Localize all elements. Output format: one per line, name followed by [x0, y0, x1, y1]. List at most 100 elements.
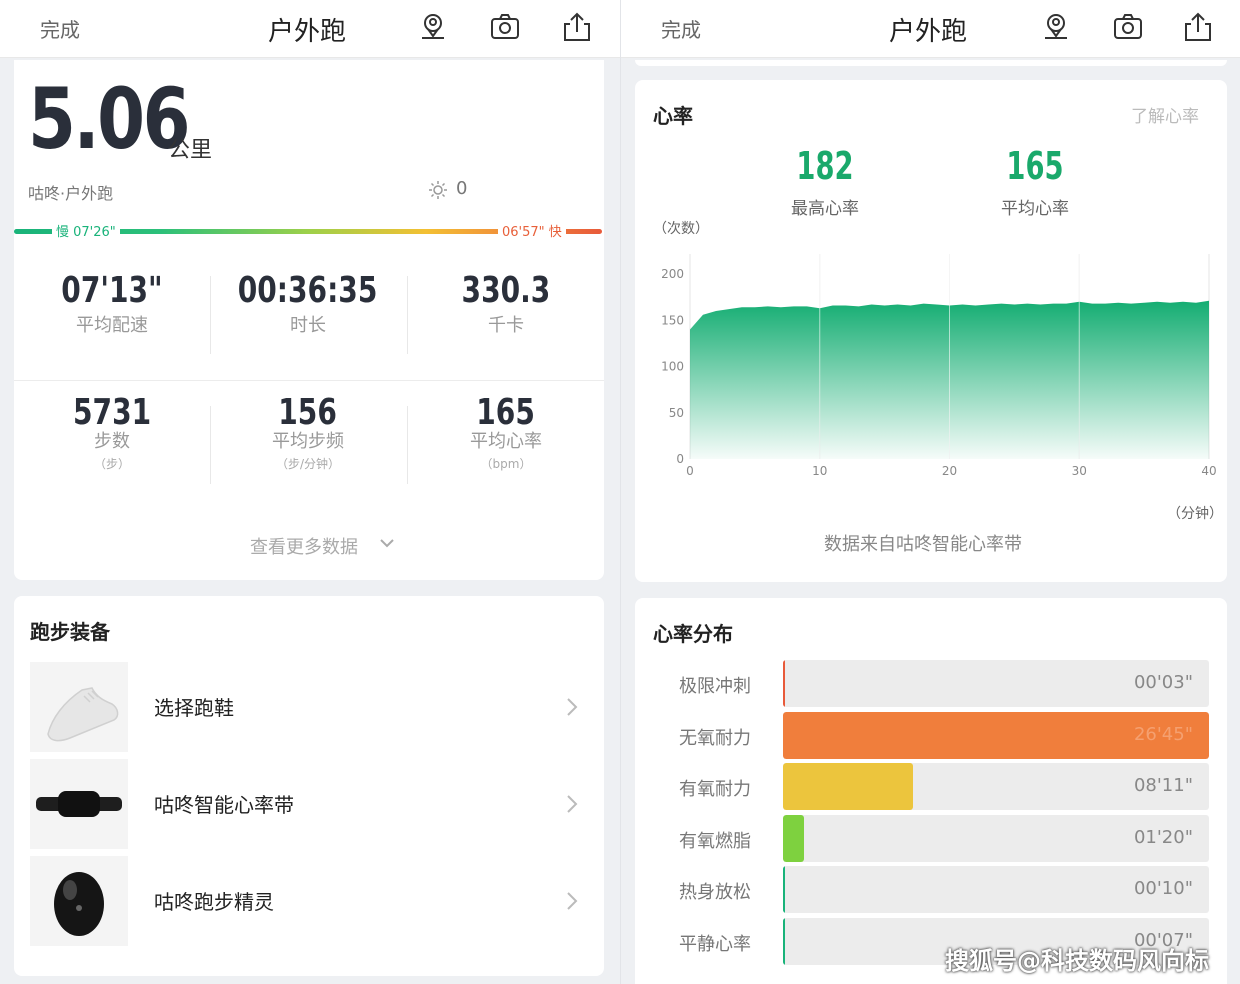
- pace-fast-label: 06'57" 快: [498, 221, 566, 240]
- stat-value: 156: [278, 392, 338, 433]
- avg-heart-rate-label: 平均心率: [1001, 199, 1069, 219]
- activity-subtitle: 咕咚·户外跑: [28, 184, 114, 203]
- zone-time: 08'11": [1133, 775, 1193, 796]
- right-screen: 完成 户外跑 心率 了解心率 182 最高心率 165 平均心率 （次数） 01…: [620, 0, 1240, 984]
- data-source-note: 数据来自咕咚智能心率带: [824, 534, 1022, 555]
- zone-name: 有氧燃脂: [679, 830, 751, 852]
- equipment-item-heart-strap[interactable]: 咕咚智能心率带: [30, 759, 590, 849]
- camera-icon[interactable]: [488, 10, 522, 44]
- learn-heart-rate-link[interactable]: 了解心率: [1131, 102, 1199, 127]
- divider: [210, 406, 211, 484]
- share-icon[interactable]: [560, 10, 594, 44]
- zone-bar: 08'11": [783, 763, 1209, 810]
- equipment-label: 咕咚跑步精灵: [154, 890, 274, 914]
- stat-value: 07'13": [61, 270, 163, 311]
- stat-value: 330.3: [461, 270, 551, 311]
- chevron-down-icon[interactable]: [378, 534, 396, 552]
- stat-value: 165: [476, 392, 536, 433]
- camera-icon[interactable]: [1111, 10, 1145, 44]
- zones-title: 心率分布: [653, 622, 733, 646]
- weather-value: 0: [456, 178, 468, 199]
- stat-label: 平均配速: [76, 315, 148, 336]
- chevron-right-icon: [564, 695, 580, 719]
- y-tick-label: 150: [661, 313, 684, 327]
- stat-cadence: 156 平均步频 （步/分钟）: [210, 392, 406, 472]
- heart-rate-chart: 0 10 20 30 40 0 50 100 150 200: [661, 254, 1217, 478]
- done-button[interactable]: 完成: [661, 14, 701, 43]
- stat-unit: （步/分钟）: [275, 457, 341, 471]
- equipment-item-run-sprite[interactable]: 咕咚跑步精灵: [30, 856, 590, 946]
- zone-time: 26'45": [1133, 723, 1193, 745]
- zone-name: 无氧耐力: [679, 727, 751, 749]
- stat-avg-pace: 07'13" 平均配速: [14, 270, 210, 337]
- divider: [14, 380, 604, 381]
- divider: [210, 276, 211, 354]
- zone-bar-fill: [783, 814, 805, 862]
- run-sprite-icon: [30, 856, 128, 946]
- zone-name: 有氧耐力: [679, 779, 751, 800]
- avg-heart-rate-value: 165: [1006, 144, 1064, 188]
- equipment-title: 跑步装备: [30, 620, 110, 644]
- y-tick-label: 200: [661, 267, 684, 281]
- zone-name: 热身放松: [679, 882, 751, 903]
- stat-value: 5731: [72, 392, 152, 433]
- y-tick-label: 50: [669, 406, 684, 420]
- zone-row: 有氧耐力 08'11": [661, 763, 1209, 811]
- zone-bar-fill: [783, 917, 785, 965]
- stat-steps: 5731 步数 （步）: [14, 392, 210, 472]
- x-axis-unit: （分钟）: [1167, 506, 1223, 522]
- stat-value: 00:36:35: [238, 270, 378, 311]
- distance-unit: 公里: [168, 138, 213, 163]
- distance-value: 5.06: [28, 70, 191, 168]
- stat-unit: （步）: [93, 457, 130, 471]
- y-axis-unit: （次数）: [653, 221, 709, 237]
- zone-row: 有氧燃脂 01'20": [661, 814, 1209, 863]
- zone-bar: 00'03": [783, 660, 1209, 707]
- equipment-label: 咕咚智能心率带: [154, 793, 294, 817]
- stat-unit: （bpm）: [480, 457, 532, 471]
- shoe-icon: [30, 662, 128, 752]
- max-heart-rate-label: 最高心率: [791, 199, 859, 219]
- x-tick-label: 40: [1201, 464, 1216, 478]
- sun-icon: [428, 180, 448, 200]
- zone-time: 00'03": [1133, 672, 1193, 693]
- y-tick-label: 100: [661, 360, 684, 374]
- page-title: 户外跑: [889, 17, 968, 47]
- view-more-button[interactable]: 查看更多数据: [250, 533, 358, 559]
- zone-bar: 01'20": [783, 814, 1209, 862]
- stat-label: 千卡: [488, 315, 524, 336]
- zone-bar-fill: [783, 866, 785, 913]
- location-pin-icon[interactable]: [416, 10, 450, 44]
- equipment-label: 选择跑鞋: [154, 696, 234, 720]
- x-tick-label: 20: [942, 464, 957, 478]
- x-tick-label: 10: [812, 464, 827, 478]
- page-title: 户外跑: [268, 17, 347, 47]
- top-bar: 完成 户外跑: [621, 0, 1240, 58]
- stat-label: 时长: [290, 315, 326, 336]
- zone-bar-fill: [783, 660, 785, 707]
- card-edge: [635, 60, 1227, 66]
- zone-name: 极限冲刺: [679, 676, 751, 697]
- location-pin-icon[interactable]: [1039, 10, 1073, 44]
- zone-name: 平静心率: [679, 933, 751, 955]
- zone-row: 无氧耐力 26'45": [661, 711, 1209, 760]
- zone-row: 热身放松 00'10": [661, 866, 1209, 914]
- zone-bar: 26'45": [783, 711, 1209, 759]
- x-tick-label: 0: [686, 464, 694, 478]
- zone-bar: 00'10": [783, 866, 1209, 913]
- chevron-right-icon: [564, 889, 580, 913]
- stat-duration: 00:36:35 时长: [210, 270, 406, 337]
- x-tick-label: 30: [1072, 464, 1087, 478]
- zone-row: 极限冲刺 00'03": [661, 660, 1209, 708]
- pace-slow-label: 慢 07'26": [52, 221, 120, 240]
- divider: [407, 406, 408, 484]
- stat-avg-heart-rate: 165 平均心率 （bpm）: [408, 392, 604, 472]
- chevron-right-icon: [564, 792, 580, 816]
- divider: [407, 276, 408, 354]
- heart-rate-strap-icon: [30, 759, 128, 849]
- max-heart-rate-value: 182: [796, 144, 854, 188]
- equipment-item-shoe[interactable]: 选择跑鞋: [30, 662, 590, 752]
- done-button[interactable]: 完成: [40, 14, 80, 43]
- share-icon[interactable]: [1181, 10, 1215, 44]
- watermark: 搜狐号@科技数码风向标: [945, 947, 1209, 975]
